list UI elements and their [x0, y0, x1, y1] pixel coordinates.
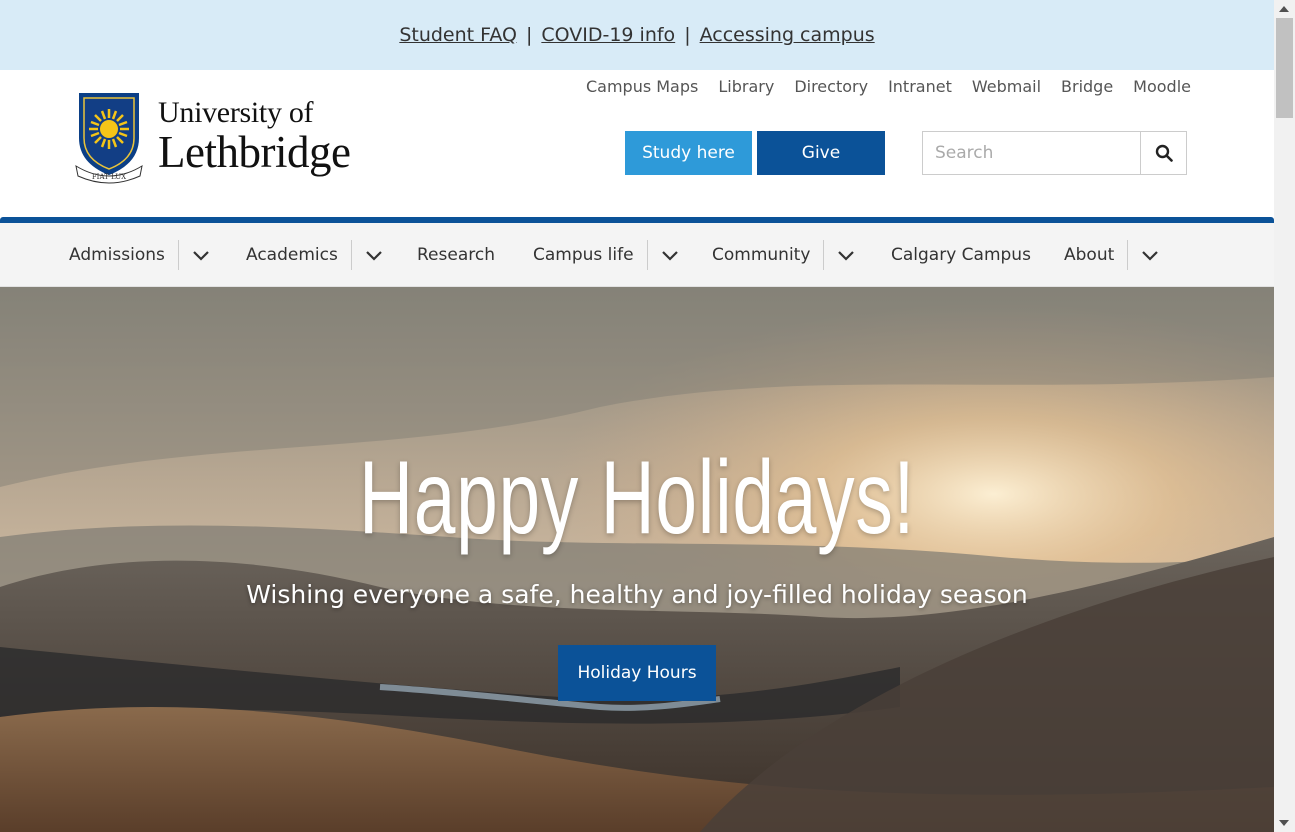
- hero-background-image: [0, 287, 1274, 832]
- nav-item-research: Research: [417, 223, 495, 287]
- university-logo[interactable]: FIAT LUX University of Lethbridge: [74, 92, 374, 184]
- intranet-link[interactable]: Intranet: [888, 77, 952, 96]
- chevron-down-icon[interactable]: [1139, 244, 1161, 266]
- alert-bar: Student FAQ | COVID-19 info | Accessing …: [0, 0, 1274, 70]
- scrollbar-thumb[interactable]: [1276, 18, 1293, 118]
- nav-calgary-campus-link[interactable]: Calgary Campus: [891, 245, 1031, 265]
- alert-separator: |: [525, 24, 533, 46]
- nav-item-admissions: Admissions: [69, 223, 212, 287]
- site-header: FIAT LUX University of Lethbridge Campus…: [0, 70, 1274, 217]
- nav-research-link[interactable]: Research: [417, 245, 495, 265]
- search-button[interactable]: [1141, 132, 1186, 174]
- nav-about-link[interactable]: About: [1064, 245, 1114, 265]
- chevron-down-icon[interactable]: [190, 244, 212, 266]
- nav-item-community: Community: [712, 223, 857, 287]
- covid-info-link[interactable]: COVID-19 info: [541, 24, 675, 46]
- nav-item-campus-life: Campus life: [533, 223, 681, 287]
- nav-divider: [177, 240, 179, 270]
- accessing-campus-link[interactable]: Accessing campus: [700, 24, 875, 46]
- wordmark: University of Lethbridge: [158, 96, 351, 177]
- library-link[interactable]: Library: [718, 77, 774, 96]
- nav-campus-life-link[interactable]: Campus life: [533, 245, 634, 265]
- alert-separator: |: [684, 24, 691, 46]
- directory-link[interactable]: Directory: [794, 77, 868, 96]
- hero-title: Happy Holidays!: [358, 440, 916, 556]
- search-box: [922, 131, 1187, 175]
- search-icon: [1155, 144, 1173, 162]
- page-scrollbar[interactable]: [1274, 0, 1295, 832]
- wordmark-line2: Lethbridge: [158, 127, 351, 177]
- search-input[interactable]: [923, 132, 1141, 174]
- webmail-link[interactable]: Webmail: [972, 77, 1041, 96]
- moodle-link[interactable]: Moodle: [1133, 77, 1191, 96]
- wordmark-line1: University of: [158, 96, 314, 129]
- utility-nav: Campus Maps Library Directory Intranet W…: [566, 77, 1191, 96]
- nav-admissions-link[interactable]: Admissions: [69, 245, 165, 265]
- scroll-down-arrow-icon[interactable]: [1279, 820, 1289, 826]
- nav-divider: [1127, 240, 1129, 270]
- chevron-down-icon[interactable]: [363, 244, 385, 266]
- svg-text:FIAT LUX: FIAT LUX: [92, 173, 126, 181]
- nav-item-academics: Academics: [246, 223, 385, 287]
- study-here-button[interactable]: Study here: [625, 131, 752, 175]
- hero-banner: Happy Holidays! Wishing everyone a safe,…: [0, 287, 1274, 832]
- main-nav: Admissions Academics Research Campus lif…: [0, 223, 1274, 287]
- give-button[interactable]: Give: [757, 131, 885, 175]
- student-faq-link[interactable]: Student FAQ: [399, 24, 517, 46]
- holiday-hours-button[interactable]: Holiday Hours: [558, 645, 716, 701]
- crest-icon: FIAT LUX: [75, 93, 143, 184]
- scroll-up-arrow-icon[interactable]: [1279, 6, 1289, 12]
- hero-subtitle: Wishing everyone a safe, healthy and joy…: [246, 580, 1028, 609]
- campus-maps-link[interactable]: Campus Maps: [586, 77, 698, 96]
- nav-academics-link[interactable]: Academics: [246, 245, 338, 265]
- chevron-down-icon[interactable]: [835, 244, 857, 266]
- nav-item-about: About: [1064, 223, 1161, 287]
- nav-community-link[interactable]: Community: [712, 245, 810, 265]
- nav-divider: [350, 240, 352, 270]
- nav-divider: [646, 240, 648, 270]
- bridge-link[interactable]: Bridge: [1061, 77, 1113, 96]
- nav-item-calgary-campus: Calgary Campus: [891, 223, 1031, 287]
- chevron-down-icon[interactable]: [659, 244, 681, 266]
- nav-divider: [823, 240, 825, 270]
